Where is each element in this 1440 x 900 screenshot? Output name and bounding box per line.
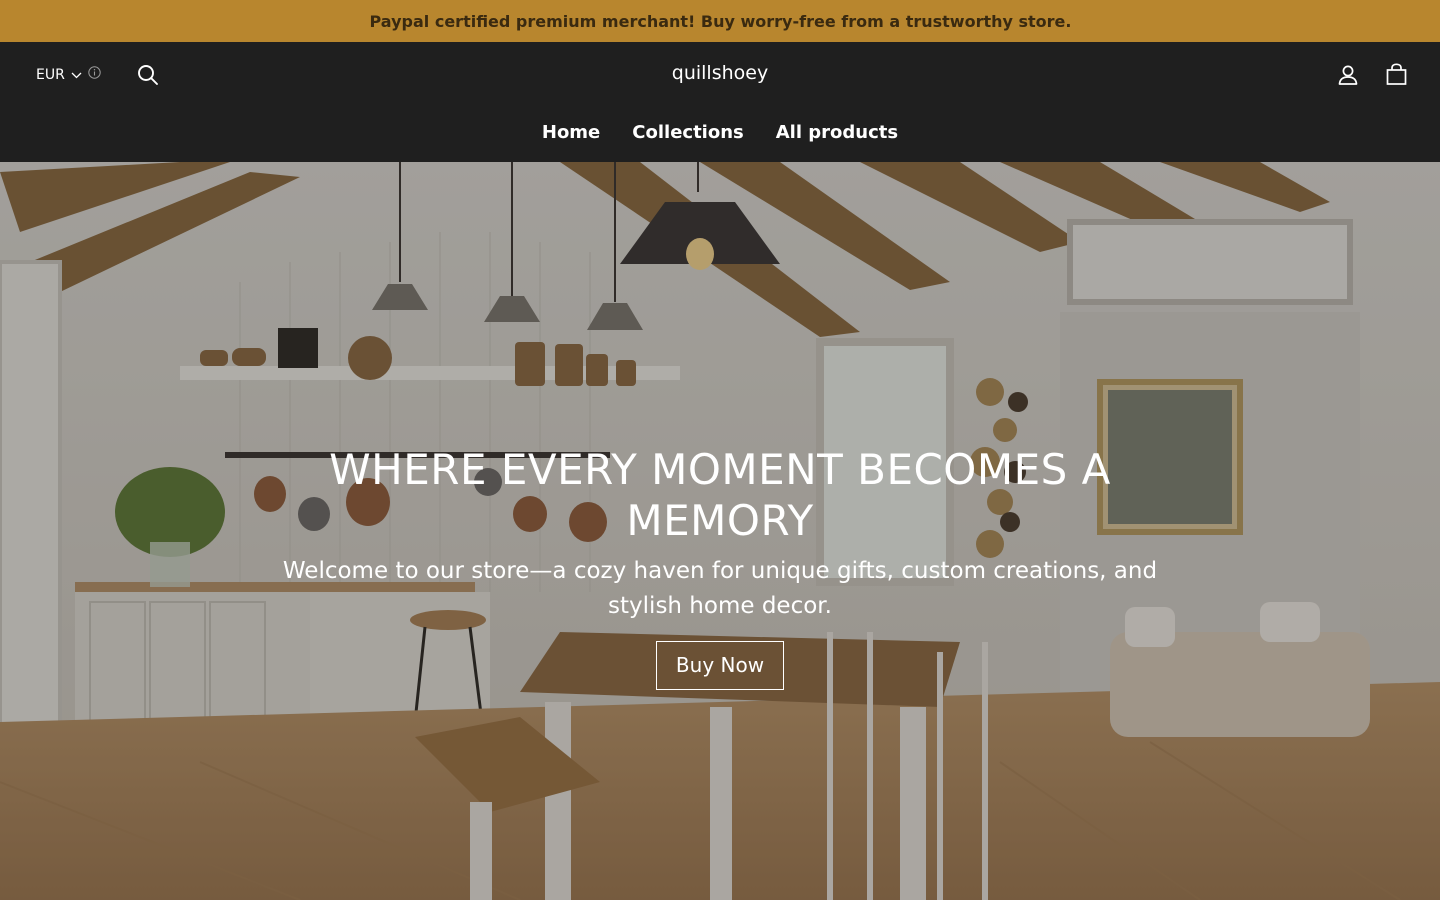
buy-now-button[interactable]: Buy Now [655, 641, 785, 690]
search-icon [137, 65, 159, 90]
currency-selector[interactable]: EUR [36, 66, 101, 83]
account-icon [1337, 65, 1359, 90]
cart-button[interactable] [1385, 63, 1408, 90]
chevron-down-icon [71, 67, 82, 83]
brand-wrapper: quillshoey [0, 62, 1440, 84]
site-header: EUR quillshoey Home Collections All prod… [0, 42, 1440, 162]
info-icon[interactable] [88, 66, 101, 83]
nav-item-home[interactable]: Home [542, 110, 600, 143]
hero-subtitle: Welcome to our store—a cozy haven for un… [282, 558, 1158, 619]
hero-banner: WHERE EVERY MOMENT BECOMES A MEMORY Welc… [0, 162, 1440, 900]
cart-icon [1385, 63, 1408, 90]
currency-label: EUR [36, 66, 65, 83]
header-row: EUR quillshoey [0, 42, 1440, 110]
hero-content: WHERE EVERY MOMENT BECOMES A MEMORY Welc… [0, 444, 1440, 690]
nav-item-collections[interactable]: Collections [632, 110, 743, 143]
announcement-text: Paypal certified premium merchant! Buy w… [369, 11, 1072, 31]
nav-item-all-products[interactable]: All products [776, 110, 898, 143]
brand-logo-text[interactable]: quillshoey [672, 62, 768, 84]
announcement-bar: Paypal certified premium merchant! Buy w… [0, 0, 1440, 42]
account-button[interactable] [1337, 64, 1359, 90]
hero-title: WHERE EVERY MOMENT BECOMES A MEMORY [329, 445, 1111, 545]
main-nav: Home Collections All products [0, 110, 1440, 162]
search-button[interactable] [137, 64, 159, 90]
